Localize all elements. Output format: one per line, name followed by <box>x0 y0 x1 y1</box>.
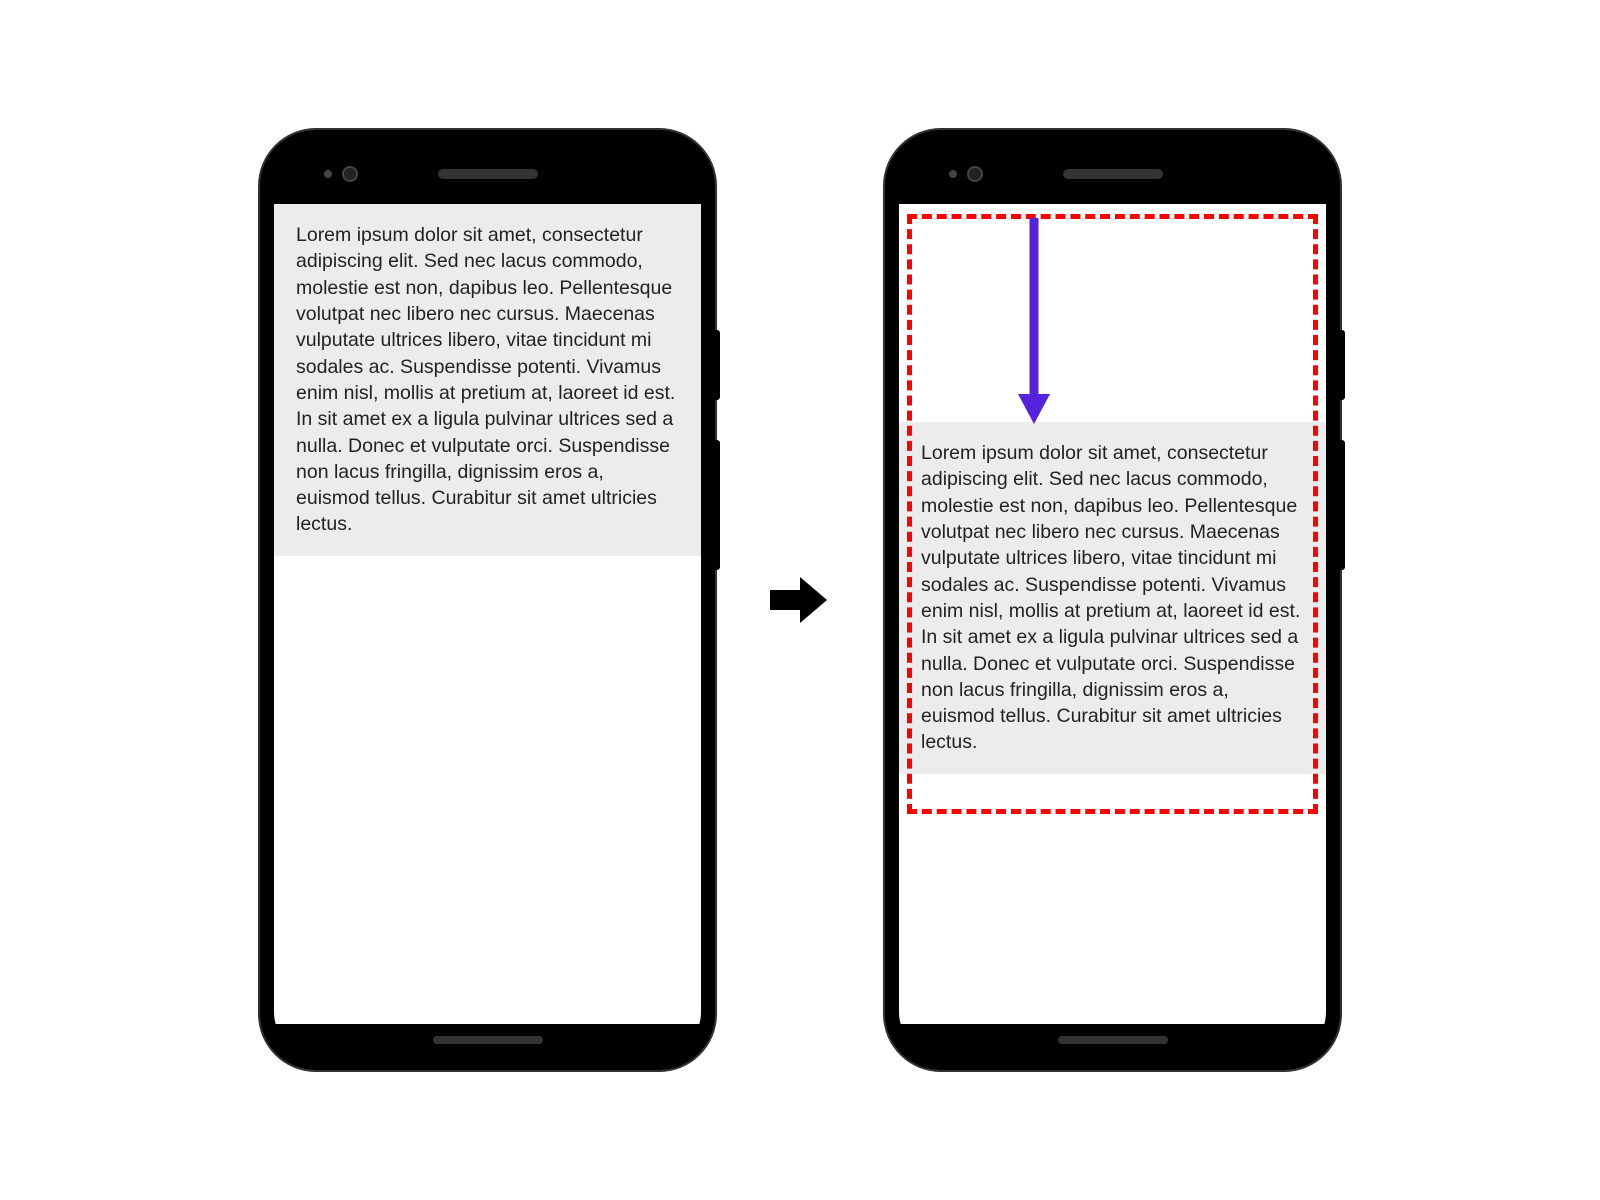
phone-inner: Lorem ipsum dolor sit amet, consectetur … <box>899 144 1326 1056</box>
camera-cluster <box>949 166 983 182</box>
phone-top-bezel <box>274 144 701 204</box>
camera-cluster <box>324 166 358 182</box>
scroll-down-arrow-icon <box>1014 218 1054 433</box>
bottom-speaker-icon <box>433 1036 543 1044</box>
content-text-block-shifted: Lorem ipsum dolor sit amet, consectetur … <box>899 422 1326 774</box>
phone-screen-right: Lorem ipsum dolor sit amet, consectetur … <box>899 204 1326 1024</box>
phone-screen-left: Lorem ipsum dolor sit amet, consectetur … <box>274 204 701 1024</box>
phone-right: Lorem ipsum dolor sit amet, consectetur … <box>885 130 1340 1070</box>
phone-power-button <box>1340 330 1345 400</box>
phone-volume-button <box>1340 440 1345 570</box>
phone-bottom-bezel <box>274 1024 701 1056</box>
speaker-grille-icon <box>438 169 538 179</box>
bottom-speaker-icon <box>1058 1036 1168 1044</box>
phone-power-button <box>715 330 720 400</box>
speaker-grille-icon <box>1063 169 1163 179</box>
transition-arrow-icon <box>765 565 835 635</box>
phone-bottom-bezel <box>899 1024 1326 1056</box>
phone-volume-button <box>715 440 720 570</box>
phone-inner: Lorem ipsum dolor sit amet, consectetur … <box>274 144 701 1056</box>
phone-left: Lorem ipsum dolor sit amet, consectetur … <box>260 130 715 1070</box>
camera-icon <box>342 166 358 182</box>
lorem-text: Lorem ipsum dolor sit amet, consectetur … <box>921 442 1300 753</box>
lorem-text: Lorem ipsum dolor sit amet, consectetur … <box>296 224 675 535</box>
sensor-dot-icon <box>949 170 957 178</box>
content-text-block: Lorem ipsum dolor sit amet, consectetur … <box>274 204 701 556</box>
sensor-dot-icon <box>324 170 332 178</box>
camera-icon <box>967 166 983 182</box>
phone-top-bezel <box>899 144 1326 204</box>
